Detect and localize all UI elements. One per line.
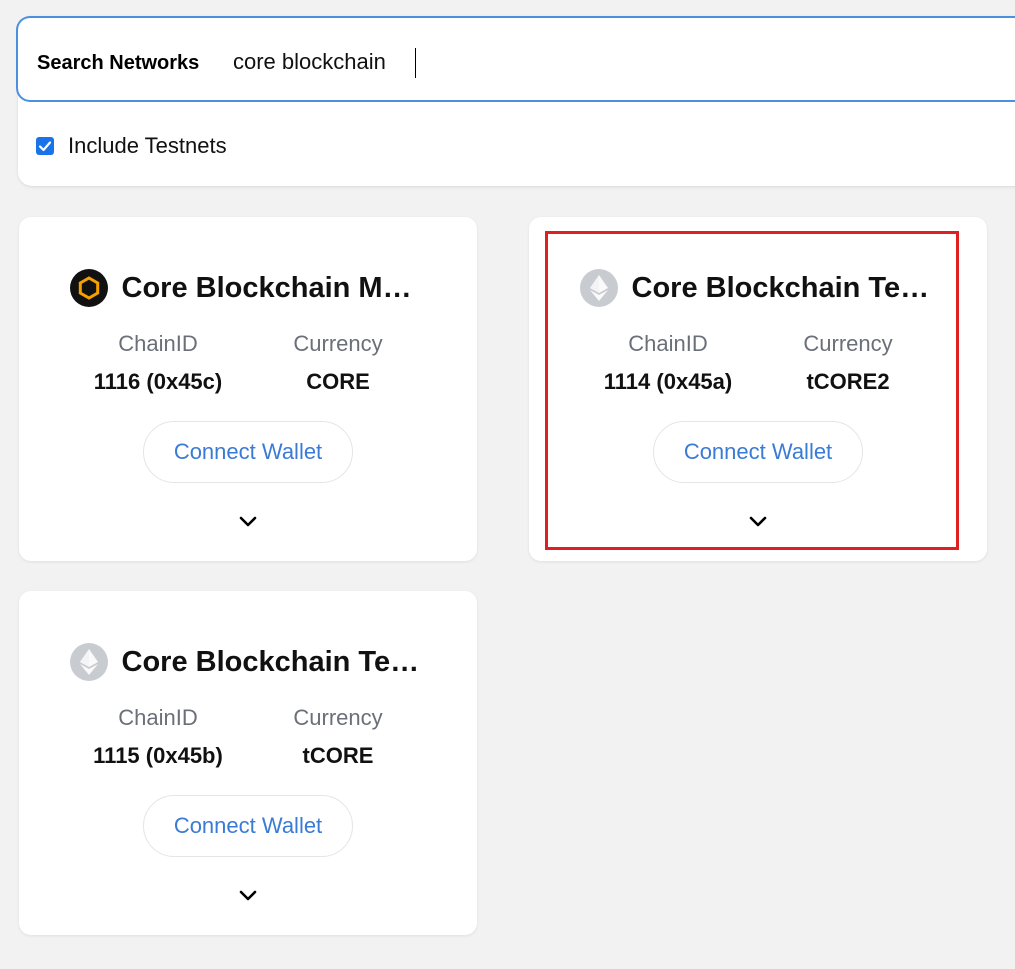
card-title-row: Core Blockchain Test...: [529, 269, 987, 307]
currency-stat: Currency tCORE2: [758, 329, 938, 397]
include-testnets-row[interactable]: Include Testnets: [36, 131, 227, 161]
chain-id-stat: ChainID 1115 (0x45b): [68, 703, 248, 771]
search-panel: Search Networks Include Testnets: [16, 16, 1015, 186]
ethereum-icon: [579, 269, 618, 307]
search-row: Search Networks: [16, 16, 1015, 102]
currency-label: Currency: [293, 705, 383, 730]
include-testnets-label: Include Testnets: [68, 133, 227, 158]
network-name: Core Blockchain Mai...: [121, 271, 427, 304]
connect-wallet-button[interactable]: Connect Wallet: [653, 421, 863, 483]
chain-id-value: 1114 (0x45a): [603, 369, 733, 394]
chain-id-label: ChainID: [118, 331, 198, 356]
checkmark-icon: [38, 141, 52, 152]
connect-wallet-button[interactable]: Connect Wallet: [143, 421, 353, 483]
currency-stat: Currency CORE: [248, 329, 428, 397]
currency-value: CORE: [306, 369, 370, 394]
search-label: Search Networks: [37, 52, 200, 74]
chain-id-stat: ChainID 1116 (0x45c): [68, 329, 248, 397]
network-stats: ChainID 1116 (0x45c) Currency CORE: [19, 329, 477, 397]
core-hexagon-icon: [69, 269, 108, 307]
chain-id-value: 1116 (0x45c): [93, 369, 223, 394]
network-stats: ChainID 1115 (0x45b) Currency tCORE: [19, 703, 477, 771]
chain-id-value: 1115 (0x45b): [93, 743, 223, 768]
chevron-down-icon[interactable]: [237, 514, 259, 530]
network-stats: ChainID 1114 (0x45a) Currency tCORE2: [529, 329, 987, 397]
network-card: Core Blockchain Mai... ChainID 1116 (0x4…: [19, 217, 477, 561]
currency-label: Currency: [293, 331, 383, 356]
chevron-down-icon[interactable]: [747, 514, 769, 530]
network-name: Core Blockchain Test...: [121, 645, 427, 678]
connect-wallet-button[interactable]: Connect Wallet: [143, 795, 353, 857]
network-name: Core Blockchain Test...: [631, 271, 937, 304]
network-card: Core Blockchain Test... ChainID 1115 (0x…: [19, 591, 477, 935]
network-card: Core Blockchain Test... ChainID 1114 (0x…: [529, 217, 987, 561]
card-title-row: Core Blockchain Mai...: [19, 269, 477, 307]
ethereum-icon: [69, 643, 108, 681]
search-input[interactable]: [223, 42, 1015, 82]
card-title-row: Core Blockchain Test...: [19, 643, 477, 681]
chevron-down-icon[interactable]: [237, 888, 259, 904]
currency-stat: Currency tCORE: [248, 703, 428, 771]
currency-label: Currency: [803, 331, 893, 356]
chain-id-label: ChainID: [628, 331, 708, 356]
chain-id-label: ChainID: [118, 705, 198, 730]
include-testnets-checkbox[interactable]: [36, 137, 54, 155]
chain-id-stat: ChainID 1114 (0x45a): [578, 329, 758, 397]
currency-value: tCORE: [302, 743, 374, 768]
text-caret: [415, 48, 416, 78]
currency-value: tCORE2: [806, 369, 890, 394]
